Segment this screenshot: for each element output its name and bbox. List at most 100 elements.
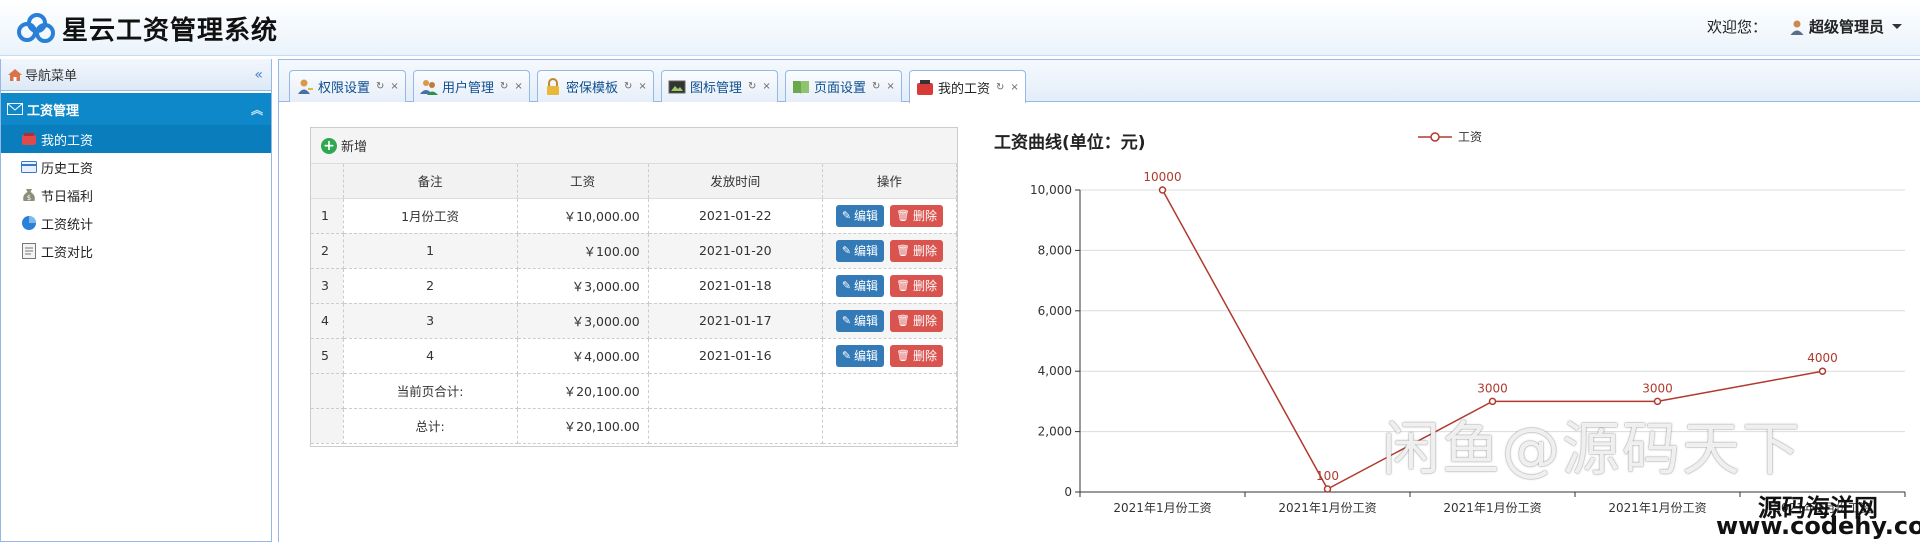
tab-user-management[interactable]: 用户管理 ↻ × xyxy=(413,70,530,102)
column-header-salary[interactable]: 工资 xyxy=(517,164,649,199)
sidebar-item-label: 节日福利 xyxy=(41,189,94,205)
y-tick-label: 6,000 xyxy=(1038,304,1072,318)
close-icon[interactable]: × xyxy=(514,81,522,92)
delete-label: 删除 xyxy=(913,279,938,293)
close-icon[interactable]: × xyxy=(638,81,646,92)
book-icon xyxy=(793,80,809,94)
close-icon[interactable]: × xyxy=(390,81,398,92)
sidebar-item-salary-compare[interactable]: 工资对比 xyxy=(1,237,271,265)
cell-date: 2021-01-17 xyxy=(648,303,823,339)
document-icon xyxy=(21,243,37,259)
delete-button[interactable]: 🗑 删除 xyxy=(890,309,944,332)
index-header xyxy=(311,164,344,199)
refresh-icon[interactable]: ↻ xyxy=(872,81,880,92)
table-row[interactable]: 1 1月份工资 ￥10,000.00 2021-01-22 ✎ 编辑 🗑 删除 xyxy=(311,198,958,234)
sidebar-title: 导航菜单 xyxy=(25,69,78,84)
user-key-icon xyxy=(298,79,313,94)
tab-label: 用户管理 xyxy=(442,81,495,96)
table-row[interactable]: 3 2 ￥3,000.00 2021-01-18 ✎ 编辑 🗑 删除 xyxy=(311,268,958,304)
close-icon[interactable]: × xyxy=(762,81,770,92)
chart-legend[interactable]: 工资 xyxy=(1418,128,1482,145)
cell-salary: ￥100.00 xyxy=(517,233,649,269)
close-icon[interactable]: × xyxy=(886,81,894,92)
add-button[interactable]: 新增 xyxy=(341,136,367,155)
image-icon xyxy=(668,80,686,93)
legend-line-marker-icon xyxy=(1418,131,1452,142)
pencil-icon: ✎ xyxy=(841,244,852,257)
trash-icon: 🗑 xyxy=(896,314,911,327)
chart-title: 工资曲线(单位：元) xyxy=(994,133,1146,153)
collapse-sidebar-icon[interactable]: « xyxy=(254,67,263,83)
x-tick-label: 2021年1月份工资 xyxy=(1443,501,1541,515)
cell-actions: ✎ 编辑 🗑 删除 xyxy=(822,233,958,269)
tab-icon-management[interactable]: 图标管理 ↻ × xyxy=(661,70,778,102)
delete-button[interactable]: 🗑 删除 xyxy=(890,239,944,262)
close-icon[interactable]: × xyxy=(1010,82,1018,93)
data-point xyxy=(1323,485,1332,493)
cell-date: 2021-01-22 xyxy=(648,198,823,234)
edit-button[interactable]: ✎ 编辑 xyxy=(835,274,885,297)
total-value: ￥20,100.00 xyxy=(517,408,649,444)
cell-salary: ￥3,000.00 xyxy=(517,268,649,304)
tab-page-settings[interactable]: 页面设置 ↻ × xyxy=(785,70,902,102)
cell-actions: ✎ 编辑 🗑 删除 xyxy=(822,198,958,234)
edit-button[interactable]: ✎ 编辑 xyxy=(835,204,885,227)
trash-icon: 🗑 xyxy=(896,209,911,222)
user-menu[interactable]: 欢迎您： 超级管理员 xyxy=(1707,16,1902,37)
menu-group-label: 工资管理 xyxy=(27,103,80,119)
envelope-icon xyxy=(7,103,23,115)
empty-cell xyxy=(822,373,958,409)
table-row[interactable]: 5 4 ￥4,000.00 2021-01-16 ✎ 编辑 🗑 删除 xyxy=(311,338,958,374)
row-index: 1 xyxy=(311,198,344,234)
cell-note: 4 xyxy=(343,338,518,374)
cell-salary: ￥10,000.00 xyxy=(517,198,649,234)
edit-button[interactable]: ✎ 编辑 xyxy=(835,309,885,332)
x-tick-label: 2021年1月份工资 xyxy=(1278,501,1376,515)
app-title: 星云工资管理系统 xyxy=(62,16,279,46)
tab-permission-settings[interactable]: 权限设置 ↻ × xyxy=(289,70,406,102)
table-row[interactable]: 4 3 ￥3,000.00 2021-01-17 ✎ 编辑 🗑 删除 xyxy=(311,303,958,339)
row-index xyxy=(311,373,344,409)
page-total-value: ￥20,100.00 xyxy=(517,373,649,409)
add-icon[interactable]: + xyxy=(321,137,337,154)
table-row[interactable]: 2 1 ￥100.00 2021-01-20 ✎ 编辑 🗑 删除 xyxy=(311,233,958,269)
sidebar-item-holiday-benefits[interactable]: $ 节日福利 xyxy=(1,181,271,209)
sidebar-item-history-salary[interactable]: 历史工资 xyxy=(1,153,271,181)
sidebar-item-label: 我的工资 xyxy=(41,133,94,149)
sidebar: 导航菜单 « 工资管理 ︽ 我的工资 历史工资 $ 节日福利 工资统计 工资对比 xyxy=(0,59,272,542)
refresh-icon[interactable]: ↻ xyxy=(624,81,632,92)
sidebar-item-my-salary[interactable]: 我的工资 xyxy=(1,125,271,153)
tab-label: 图标管理 xyxy=(690,81,743,96)
chevron-up-icon[interactable]: ︽ xyxy=(251,101,263,118)
tab-security-template[interactable]: 密保模板 ↻ × xyxy=(537,70,654,102)
tab-my-salary[interactable]: 我的工资 ↻ × xyxy=(909,70,1026,103)
sidebar-item-label: 历史工资 xyxy=(41,161,94,177)
delete-label: 删除 xyxy=(913,244,938,258)
cloud-logo-icon xyxy=(17,13,55,43)
edit-button[interactable]: ✎ 编辑 xyxy=(835,344,885,367)
refresh-icon[interactable]: ↻ xyxy=(376,81,384,92)
sidebar-header: 导航菜单 « xyxy=(1,59,271,91)
data-label: 3000 xyxy=(1477,381,1508,395)
delete-button[interactable]: 🗑 删除 xyxy=(890,274,944,297)
sidebar-item-salary-stats[interactable]: 工资统计 xyxy=(1,209,271,237)
data-label: 3000 xyxy=(1642,381,1673,395)
money-bag-icon: $ xyxy=(21,187,37,203)
column-header-note[interactable]: 备注 xyxy=(343,164,518,199)
delete-button[interactable]: 🗑 删除 xyxy=(890,204,944,227)
row-index: 3 xyxy=(311,268,344,304)
refresh-icon[interactable]: ↻ xyxy=(748,81,756,92)
salary-table-panel: + 新增 备注 工资 发放时间 操作 1 1月份工资 ￥10,000.00 20… xyxy=(310,127,958,447)
delete-label: 删除 xyxy=(913,314,938,328)
legend-label: 工资 xyxy=(1458,130,1483,144)
delete-button[interactable]: 🗑 删除 xyxy=(890,344,944,367)
refresh-icon[interactable]: ↻ xyxy=(500,81,508,92)
cell-date: 2021-01-16 xyxy=(648,338,823,374)
menu-group-salary[interactable]: 工资管理 ︽ xyxy=(1,93,271,125)
pencil-icon: ✎ xyxy=(841,279,852,292)
app-header: 星云工资管理系统 欢迎您： 超级管理员 xyxy=(0,0,1920,56)
column-header-date[interactable]: 发放时间 xyxy=(648,164,823,199)
refresh-icon[interactable]: ↻ xyxy=(996,82,1004,93)
edit-button[interactable]: ✎ 编辑 xyxy=(835,239,885,262)
wallet-icon xyxy=(917,80,933,95)
